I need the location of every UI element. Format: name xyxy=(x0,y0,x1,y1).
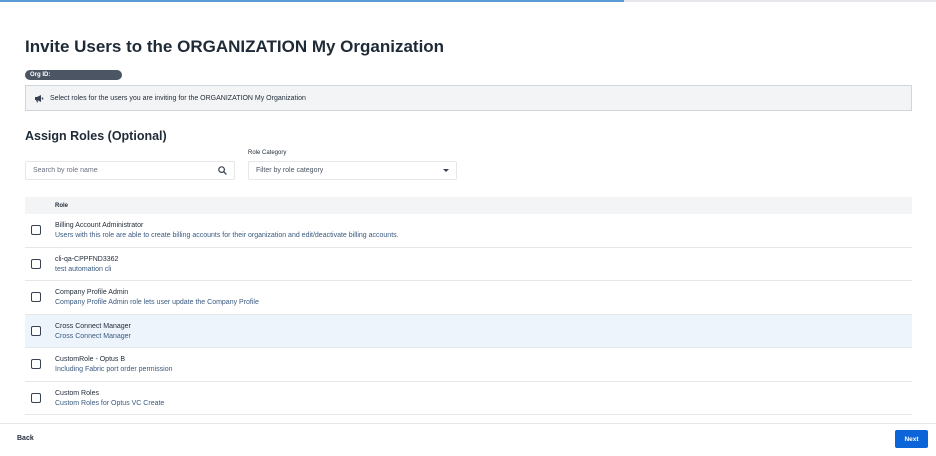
column-header-role: Role xyxy=(55,202,69,209)
role-checkbox[interactable] xyxy=(31,292,41,303)
role-category-select[interactable]: Filter by role category xyxy=(248,161,457,180)
role-description: Custom Roles for Optus VC Create xyxy=(55,399,165,407)
search-input[interactable] xyxy=(33,167,203,174)
role-name: Cross Connect Manager xyxy=(55,322,131,330)
role-name: Company Profile Admin xyxy=(55,289,129,296)
role-category-value: Filter by role category xyxy=(256,167,324,174)
role-description: test automation cli xyxy=(55,265,112,273)
role-description: Users with this role are able to create … xyxy=(55,232,399,239)
table-row: Custom Roles Custom Roles for Optus VC C… xyxy=(25,382,912,415)
role-name: Custom Roles xyxy=(55,389,99,397)
table-row: Company Profile Admin Company Profile Ad… xyxy=(25,281,912,315)
progress-bar xyxy=(0,0,936,2)
next-button[interactable]: Next xyxy=(895,430,928,448)
megaphone-icon xyxy=(34,93,44,103)
role-name: CustomRole - Optus B xyxy=(55,356,126,363)
role-category-label: Role Category xyxy=(248,150,287,156)
table-row: CustomRole - Optus B Including Fabric po… xyxy=(25,348,912,382)
role-checkbox[interactable] xyxy=(31,225,41,236)
page-title: Invite Users to the ORGANIZATION My Orga… xyxy=(25,37,445,56)
org-id-badge: Org ID: xyxy=(25,70,122,80)
table-row: Cross Connect Manager Cross Connect Mana… xyxy=(25,314,912,348)
role-description: Including Fabric port order permission xyxy=(55,366,173,373)
role-name: cli-qa-CPPFND3362 xyxy=(55,255,119,263)
role-checkbox[interactable] xyxy=(31,325,41,336)
role-description: Company Profile Admin role lets user upd… xyxy=(55,299,259,306)
back-button[interactable]: Back xyxy=(17,435,34,442)
footer-bar: Back Next xyxy=(0,423,936,456)
chevron-down-icon xyxy=(443,169,449,172)
role-name: Billing Account Administrator xyxy=(55,222,144,229)
search-field[interactable] xyxy=(25,161,235,180)
org-id-label: Org ID: xyxy=(30,72,51,78)
table-header: Role xyxy=(25,197,912,214)
role-checkbox[interactable] xyxy=(31,359,41,370)
role-description: Cross Connect Manager xyxy=(55,332,131,340)
role-checkbox[interactable] xyxy=(31,258,41,269)
info-banner: Select roles for the users you are invit… xyxy=(25,85,912,111)
banner-text: Select roles for the users you are invit… xyxy=(50,94,306,102)
table-row: cli-qa-CPPFND3362 test automation cli xyxy=(25,248,912,281)
table-row: Billing Account Administrator Users with… xyxy=(25,214,912,248)
roles-table: Role Billing Account Administrator Users… xyxy=(25,197,912,415)
role-checkbox[interactable] xyxy=(31,392,41,403)
search-icon[interactable] xyxy=(218,162,227,180)
progress-bar-fill xyxy=(0,0,625,2)
section-title: Assign Roles (Optional) xyxy=(25,129,167,143)
